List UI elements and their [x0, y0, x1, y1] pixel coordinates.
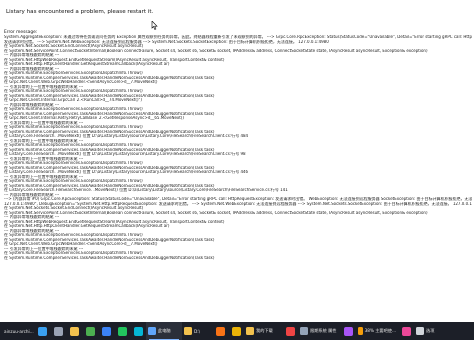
taskbar-item-progress[interactable]: 38% 主要吧使... — [356, 322, 398, 340]
app-icon — [343, 326, 353, 336]
taskbar-item-this-pc[interactable]: 此电脑 — [146, 322, 182, 340]
taskbar-item-label: ainzuu-archi... — [4, 328, 34, 334]
taskbar-item-system-properties[interactable]: 限期系统 属性 — [298, 322, 340, 340]
chrome-icon — [85, 326, 95, 336]
mouse-cursor-icon — [151, 21, 158, 30]
taskbar-item-app[interactable] — [212, 322, 228, 340]
app-icon — [133, 326, 143, 336]
windows-start-icon — [37, 326, 47, 336]
taskbar-item-windows-start[interactable] — [34, 322, 50, 340]
taskbar-item-folder[interactable]: 我的下载 — [244, 322, 282, 340]
taskbar-item-app[interactable] — [130, 322, 146, 340]
app-icon — [117, 326, 127, 336]
app-icon — [401, 326, 411, 336]
app-icon — [101, 326, 111, 336]
taskbar-item-app[interactable]: ainzuu-archi... — [0, 322, 34, 340]
folder-icon — [184, 327, 192, 335]
taskbar-item-app[interactable] — [98, 322, 114, 340]
taskbar-item-label: D:\ — [194, 328, 201, 334]
taskbar-item-file-explorer[interactable] — [66, 322, 82, 340]
error-log-text[interactable]: System.AggregateException: 未通过等待任务或访问任务的… — [4, 35, 472, 321]
log-line: 在 System.Net.ServicePoint.ConnectSocketI… — [4, 48, 428, 53]
dialog-title: Listary has encountered a problem, pleas… — [6, 9, 154, 15]
taskbar-item-app[interactable] — [398, 322, 414, 340]
taskbar-item-label: 此电脑 — [158, 328, 171, 333]
log-line: 在 System.Runtime.CompilerServices.TaskAw… — [4, 255, 215, 260]
app-icon — [231, 326, 241, 336]
taskbar-item-label: 限期系统 属性 — [310, 328, 337, 333]
taskbar-item-label: 38% 主要吧使... — [364, 328, 396, 333]
taskbar-item-app[interactable] — [340, 322, 356, 340]
taskbar-item-app[interactable] — [228, 322, 244, 340]
error-dialog: Listary has encountered a problem, pleas… — [0, 0, 474, 322]
log-line: 在 System.Net.ServicePoint.ConnectSocketI… — [4, 210, 428, 215]
taskbar-item-app[interactable] — [114, 322, 130, 340]
taskbar-item-label: 我的下载 — [256, 328, 273, 333]
taskbar-item-task-view[interactable] — [50, 322, 66, 340]
progress-icon — [358, 327, 363, 335]
this-pc-icon — [148, 327, 156, 335]
system-properties-icon — [300, 327, 308, 335]
options-icon — [416, 327, 424, 335]
folder-icon — [246, 327, 254, 335]
taskbar: ainzuu-archi... 此电脑 D:\ 我的下载 限期系统 属性 38% 主要吧使… — [0, 322, 474, 340]
taskbar-item-app[interactable] — [282, 322, 298, 340]
taskbar-item-label: 选项 — [426, 328, 435, 333]
task-view-icon — [53, 326, 63, 336]
app-icon — [215, 326, 225, 336]
taskbar-item-options[interactable]: 选项 — [414, 322, 444, 340]
taskbar-item-folder[interactable]: D:\ — [182, 322, 212, 340]
app-icon — [285, 326, 295, 336]
taskbar-item-chrome[interactable] — [82, 322, 98, 340]
file-explorer-icon — [69, 326, 79, 336]
